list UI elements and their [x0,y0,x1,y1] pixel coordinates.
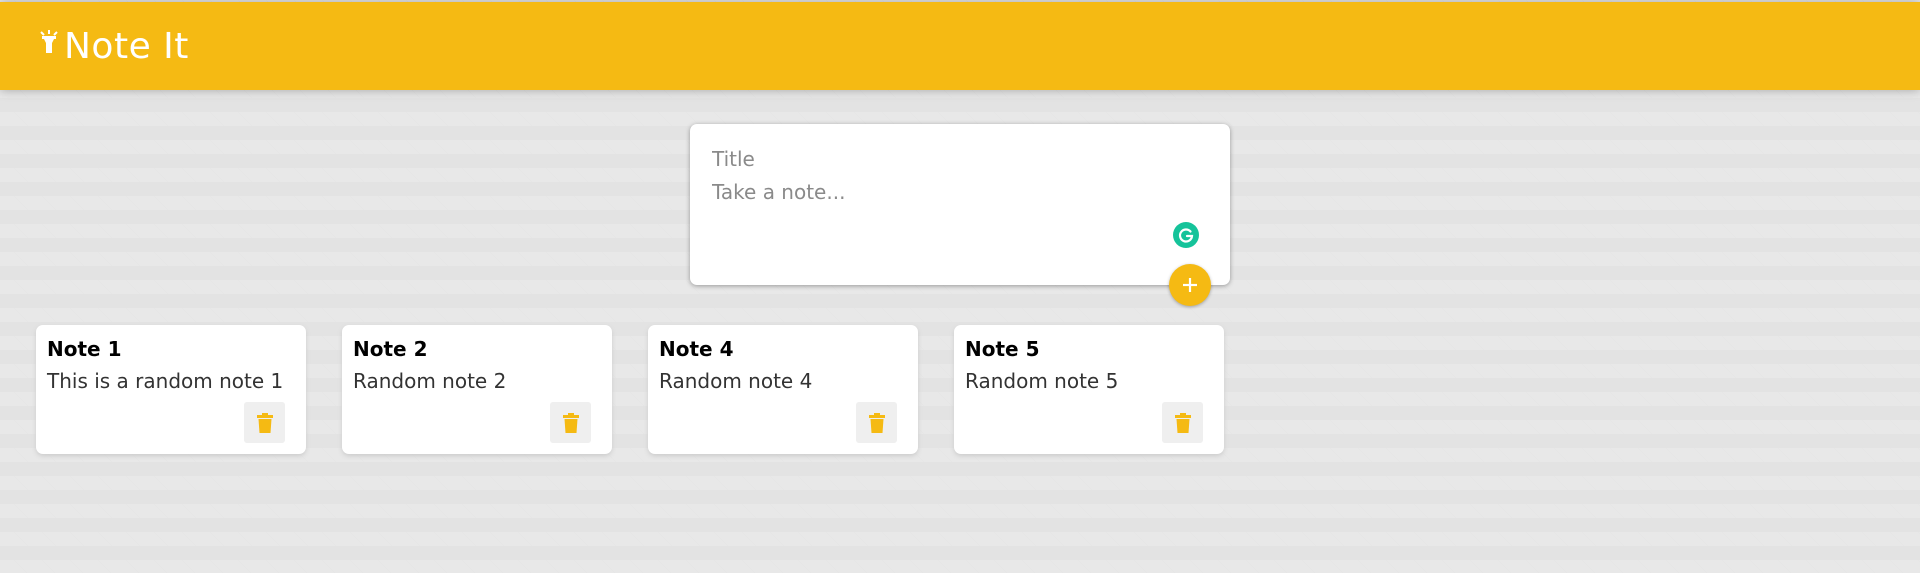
note-title: Note 2 [353,337,428,361]
note-card: Note 4 Random note 4 [648,325,918,454]
app-header: Note It [0,2,1920,90]
note-content: Random note 4 [659,369,813,393]
app-title: Note It [64,25,189,67]
note-content: Random note 5 [965,369,1119,393]
note-title: Note 5 [965,337,1040,361]
delete-button[interactable] [244,402,285,443]
plus-icon [1183,278,1197,292]
note-title-input[interactable] [712,144,1208,174]
note-title: Note 1 [47,337,122,361]
add-note-button[interactable] [1169,264,1211,306]
trash-icon [1174,412,1191,433]
note-card: Note 5 Random note 5 [954,325,1224,454]
note-title: Note 4 [659,337,734,361]
delete-button[interactable] [1162,402,1203,443]
create-note-form [690,124,1230,285]
trash-icon [562,412,579,433]
note-content-input[interactable] [712,180,1208,240]
flashlight-icon [40,30,58,53]
note-content: This is a random note 1 [47,369,284,393]
note-card: Note 1 This is a random note 1 [36,325,306,454]
note-card: Note 2 Random note 2 [342,325,612,454]
note-content: Random note 2 [353,369,507,393]
grammarly-icon[interactable] [1173,222,1199,248]
delete-button[interactable] [550,402,591,443]
delete-button[interactable] [856,402,897,443]
trash-icon [868,412,885,433]
trash-icon [256,412,273,433]
